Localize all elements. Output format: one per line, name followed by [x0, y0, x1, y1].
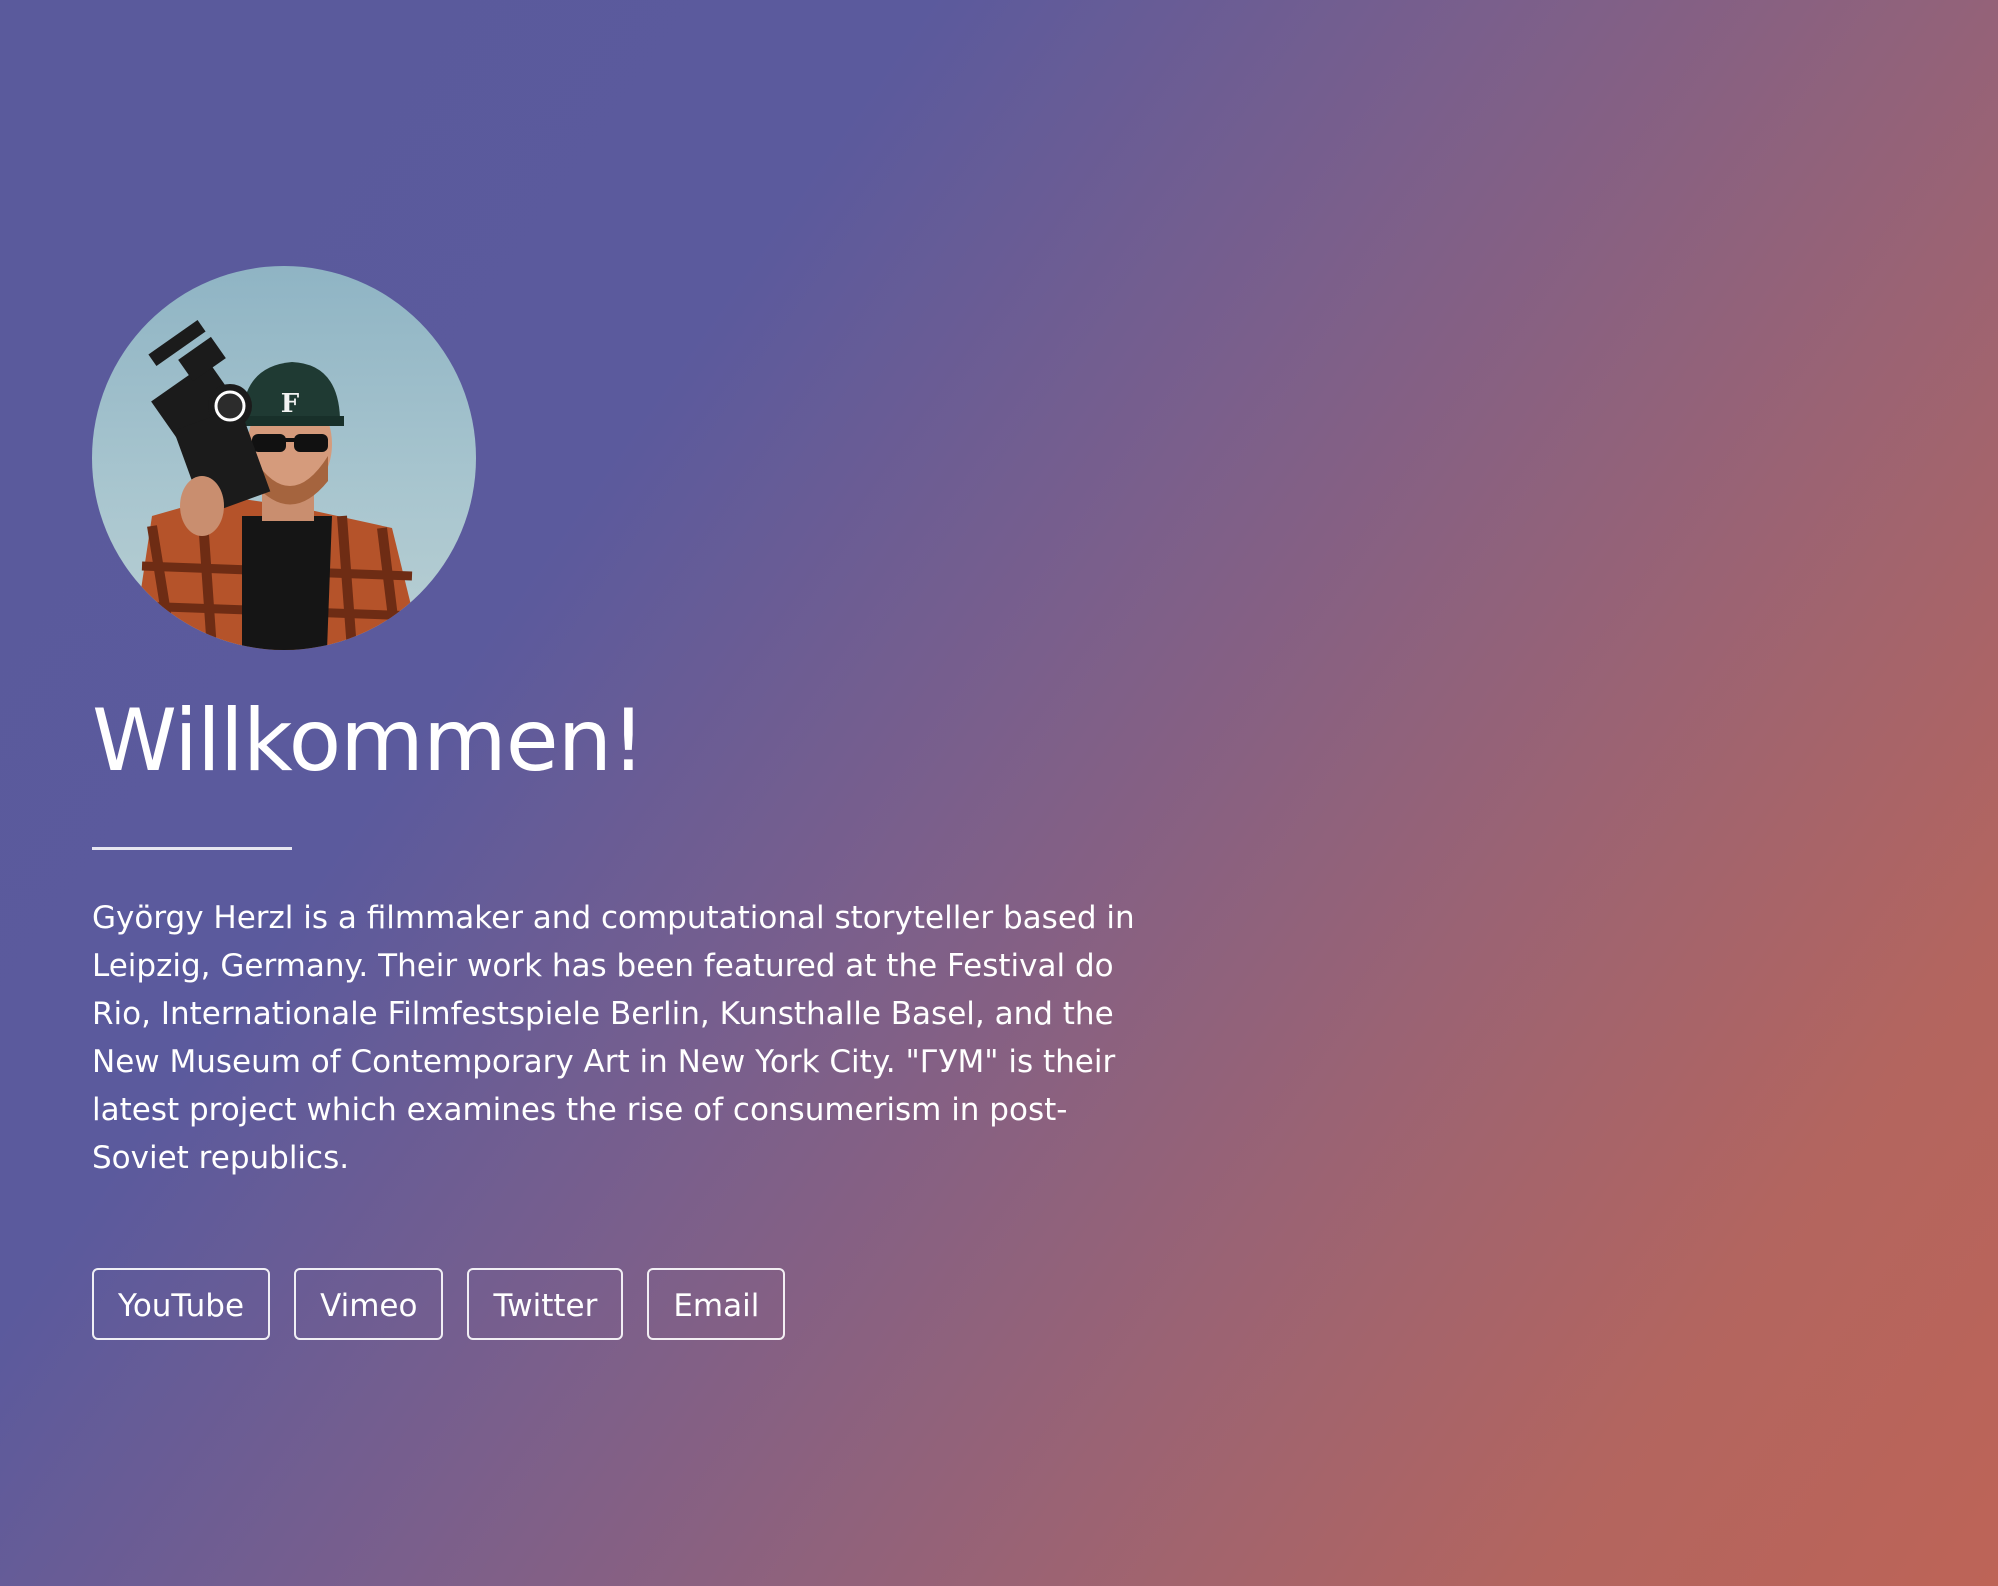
vimeo-link-button[interactable]: Vimeo: [294, 1267, 444, 1340]
profile-card: F Willkommen! György Herzl is a filmmake…: [92, 266, 1192, 1340]
youtube-link-button[interactable]: YouTube: [92, 1267, 271, 1340]
profile-avatar: F: [92, 266, 476, 650]
email-link-button[interactable]: Email: [647, 1267, 786, 1340]
page-title: Willkommen!: [92, 691, 646, 791]
svg-text:F: F: [281, 389, 300, 419]
social-links: YouTube Vimeo Twitter Email: [92, 1267, 1192, 1340]
twitter-link-button[interactable]: Twitter: [467, 1267, 624, 1340]
title-divider: [92, 846, 292, 850]
bio-text: György Herzl is a filmmaker and computat…: [92, 899, 1135, 1176]
portrait-photo-icon: F: [92, 266, 476, 650]
